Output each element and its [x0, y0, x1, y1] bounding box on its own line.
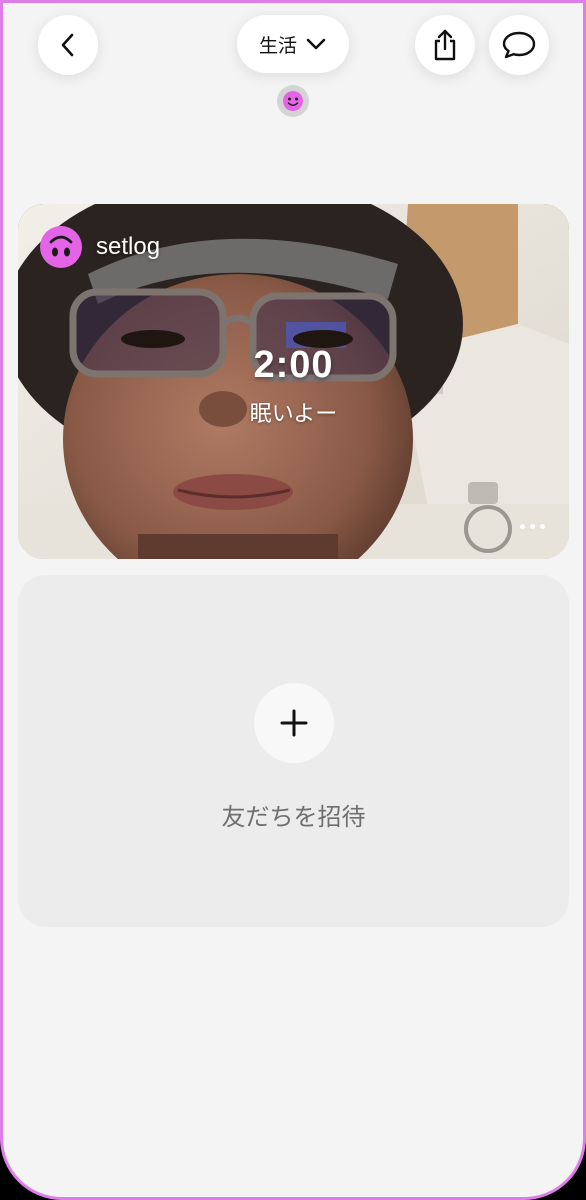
share-icon — [434, 29, 456, 61]
chat-bubble-icon — [502, 31, 536, 59]
post-author[interactable]: setlog — [40, 226, 160, 268]
category-label: 生活 — [258, 34, 297, 57]
more-options-button[interactable] — [520, 524, 545, 529]
more-dots-icon — [540, 524, 545, 529]
upside-down-smiley-icon — [40, 226, 82, 268]
post-username: setlog — [96, 233, 161, 260]
back-button[interactable] — [38, 15, 98, 75]
chat-button[interactable] — [489, 15, 549, 75]
plus-icon — [280, 709, 308, 737]
more-dots-icon — [520, 524, 525, 529]
invite-label: 友だちを招待 — [221, 803, 366, 831]
invite-add-button[interactable] — [254, 683, 334, 763]
post-card[interactable]: setlog 2:00 眠いよー — [18, 204, 569, 559]
more-dots-icon — [530, 524, 535, 529]
invite-friends-card[interactable]: 友だちを招待 — [18, 575, 569, 927]
app-screen: 生活 setlog 2:00 眠いよー 友だちを招待 — [0, 0, 586, 1200]
post-time: 2:00 — [253, 344, 334, 386]
smiley-icon — [283, 91, 303, 111]
category-dropdown[interactable]: 生活 — [237, 15, 349, 73]
post-caption: 眠いよー — [249, 402, 338, 427]
chevron-down-icon — [306, 38, 326, 50]
chevron-left-icon — [61, 33, 74, 57]
share-button[interactable] — [415, 15, 475, 75]
mood-indicator[interactable] — [277, 85, 309, 117]
